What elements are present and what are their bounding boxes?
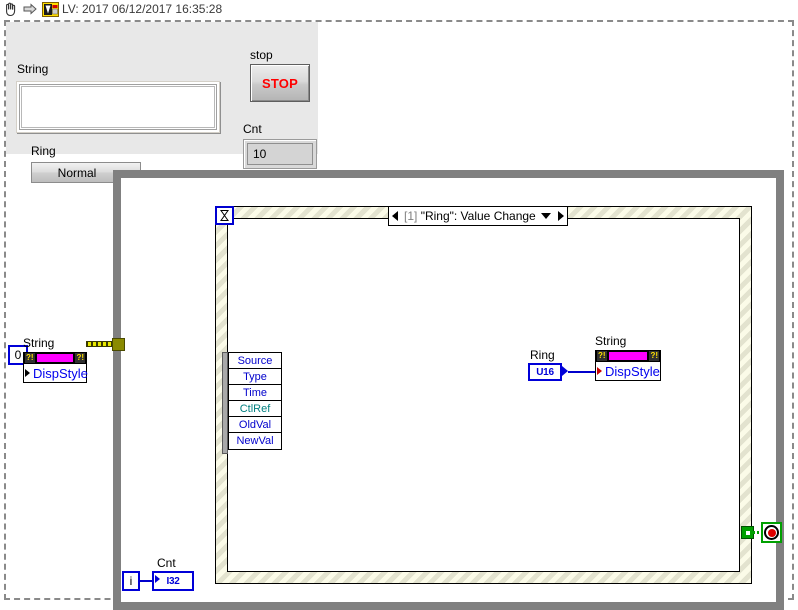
string-property-node-right[interactable]: String ?! ?! DispStyle — [595, 334, 661, 381]
property-input-arrow-right — [597, 367, 602, 375]
arrow-right-icon — [22, 1, 38, 17]
property-name-left: DispStyle — [33, 366, 88, 381]
event-next-case-button[interactable] — [555, 207, 567, 225]
stop-button-label: stop — [250, 48, 273, 62]
event-data-node[interactable]: Source Type Time CtlRef OldVal NewVal — [222, 352, 282, 454]
cnt-indicator-value[interactable]: 10 — [247, 143, 313, 165]
event-case-name: "Ring": Value Change — [420, 209, 536, 223]
property-glyph-right-end: ?! — [649, 351, 659, 361]
ring-terminal-label: Ring — [530, 348, 555, 362]
property-input-arrow-left — [25, 369, 30, 377]
iteration-wire[interactable] — [139, 580, 153, 582]
event-structure-diagram[interactable] — [227, 218, 740, 572]
property-refnum-bar-right — [608, 352, 648, 360]
loop-stop-condition-terminal[interactable] — [761, 522, 782, 543]
ring-terminal[interactable]: U16 — [528, 363, 562, 381]
string-control-label: String — [17, 62, 49, 76]
ring-terminal-type: U16 — [536, 366, 554, 378]
chevron-down-icon-event[interactable] — [541, 213, 551, 219]
string-property-node-left[interactable]: String ?! ?! DispStyle — [23, 336, 88, 383]
stop-button[interactable]: STOP — [250, 64, 310, 102]
event-data-item-ctlref[interactable]: CtlRef — [229, 401, 281, 417]
event-data-item-newval[interactable]: NewVal — [229, 433, 281, 449]
title-bar: LV: 2017 06/12/2017 16:35:28 — [0, 0, 798, 20]
property-glyph-left-start: ?! — [25, 353, 35, 363]
event-data-item-time[interactable]: Time — [229, 385, 281, 401]
event-structure[interactable]: [1] "Ring": Value Change — [215, 206, 752, 584]
event-prev-case-button[interactable] — [389, 207, 401, 225]
string-input[interactable] — [17, 82, 219, 132]
event-case-selector[interactable]: [1] "Ring": Value Change — [388, 206, 568, 226]
stop-button-text: STOP — [262, 75, 298, 91]
cnt-terminal-input-arrow — [155, 575, 160, 583]
ring-dropdown-value: Normal — [57, 165, 97, 180]
event-data-item-type[interactable]: Type — [229, 369, 281, 385]
loop-tunnel-reference[interactable] — [112, 338, 125, 351]
event-case-label: [1] "Ring": Value Change — [401, 209, 541, 223]
property-node-title-left: String — [23, 336, 55, 350]
stop-sign-icon — [764, 525, 779, 540]
title-bar-text: LV: 2017 06/12/2017 16:35:28 — [62, 2, 223, 16]
ring-control-label: Ring — [31, 144, 56, 158]
event-data-item-source[interactable]: Source — [229, 353, 281, 369]
hand-icon — [2, 1, 18, 17]
labview-icon — [42, 1, 59, 17]
property-glyph-right-start: ?! — [597, 351, 607, 361]
property-glyph-left-end: ?! — [75, 353, 85, 363]
property-node-header-left: ?! ?! — [23, 352, 87, 364]
property-refnum-bar-left — [36, 354, 74, 362]
ring-to-property-wire[interactable] — [568, 371, 596, 373]
timeout-icon[interactable] — [215, 206, 234, 225]
iteration-terminal[interactable]: i — [122, 571, 140, 591]
string-input-field[interactable] — [21, 86, 215, 128]
event-data-node-items[interactable]: Source Type Time CtlRef OldVal NewVal — [228, 352, 282, 450]
event-case-index: [1] — [404, 209, 418, 223]
property-node-property-right[interactable]: DispStyle — [595, 362, 661, 381]
property-node-title-right: String — [595, 334, 627, 348]
front-panel: String Ring Normal stop STOP Cnt 10 — [6, 22, 318, 183]
title-bar-icon-group — [2, 1, 59, 17]
property-node-header-right: ?! ?! — [595, 350, 661, 362]
property-name-right: DispStyle — [605, 364, 660, 379]
cnt-terminal-label: Cnt — [157, 556, 176, 570]
event-data-item-oldval[interactable]: OldVal — [229, 417, 281, 433]
cnt-indicator[interactable]: 10 — [243, 139, 317, 169]
cnt-indicator-label: Cnt — [243, 122, 262, 136]
property-node-property-left[interactable]: DispStyle — [23, 364, 88, 383]
cnt-terminal-type: I32 — [166, 575, 180, 587]
